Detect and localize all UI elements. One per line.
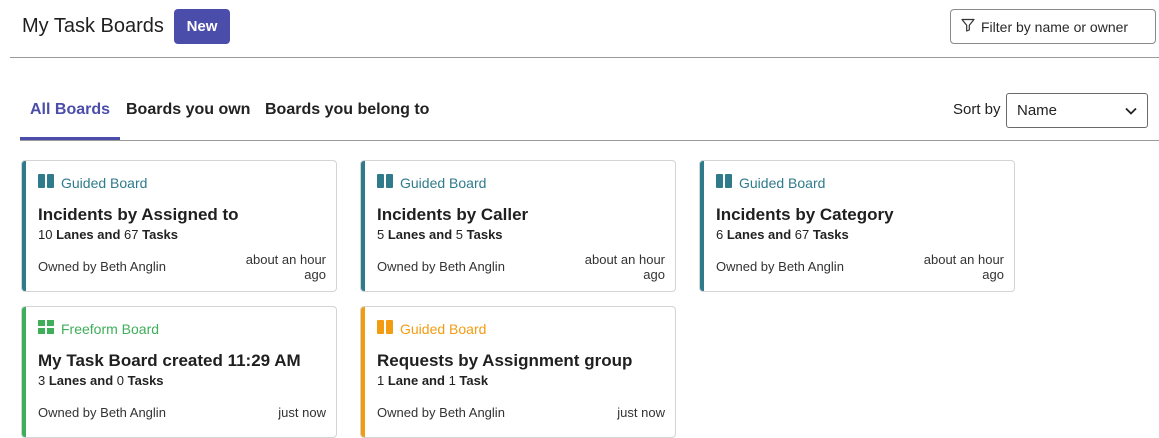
filter-label: Filter by name or owner bbox=[981, 18, 1129, 35]
board-type-label: Freeform Board bbox=[61, 320, 160, 337]
freeform-board-icon bbox=[38, 320, 54, 337]
lanes-count: 3 bbox=[38, 373, 46, 388]
tasks-count: 67 bbox=[794, 227, 810, 242]
tasks-count: 0 bbox=[116, 373, 125, 388]
page-header: My Task Boards New Filter by name or own… bbox=[0, 0, 1159, 58]
board-counts: 3 Lanes and 0 Tasks bbox=[38, 373, 164, 388]
time-line-2: ago bbox=[982, 267, 1004, 282]
filter-icon bbox=[961, 18, 975, 35]
board-owner: Owned by Beth Anglin bbox=[716, 259, 844, 274]
card-accent-bar bbox=[361, 307, 365, 437]
tasks-word: Tasks bbox=[127, 373, 164, 388]
board-updated-time: just now bbox=[216, 405, 326, 420]
time-line-1: about an hour bbox=[584, 252, 665, 267]
board-type: Guided Board bbox=[377, 320, 486, 337]
tab-boards-you-own[interactable]: Boards you own bbox=[126, 92, 250, 140]
board-type-label: Guided Board bbox=[400, 174, 487, 191]
sort-selected-value: Name bbox=[1017, 102, 1058, 119]
board-type: Freeform Board bbox=[38, 320, 159, 337]
board-type: Guided Board bbox=[377, 174, 486, 191]
board-title: Requests by Assignment group bbox=[377, 351, 633, 370]
board-updated-time: about an hour ago bbox=[216, 252, 326, 282]
lanes-word: Lane and bbox=[387, 373, 445, 388]
board-updated-time: just now bbox=[555, 405, 665, 420]
board-title: Incidents by Caller bbox=[377, 205, 529, 224]
tasks-word: Tasks bbox=[812, 227, 849, 242]
board-counts: 5 Lanes and 5 Tasks bbox=[377, 227, 503, 242]
filter-button[interactable]: Filter by name or owner bbox=[950, 9, 1156, 44]
board-title: Incidents by Category bbox=[716, 205, 894, 224]
time-line-1: just now bbox=[617, 405, 665, 420]
header-divider bbox=[10, 57, 1159, 58]
guided-board-icon bbox=[377, 174, 393, 191]
tasks-word: Task bbox=[459, 373, 489, 388]
board-counts: 1 Lane and 1 Task bbox=[377, 373, 488, 388]
board-type: Guided Board bbox=[716, 174, 825, 191]
board-card[interactable]: Guided Board Incidents by Assigned to 10… bbox=[21, 160, 337, 292]
lanes-count: 1 bbox=[377, 373, 385, 388]
card-accent-bar bbox=[700, 161, 704, 291]
board-counts: 6 Lanes and 67 Tasks bbox=[716, 227, 849, 242]
board-card[interactable]: Freeform Board My Task Board created 11:… bbox=[21, 306, 337, 438]
tab-boards-you-belong-to[interactable]: Boards you belong to bbox=[265, 92, 429, 140]
tasks-word: Tasks bbox=[466, 227, 503, 242]
board-owner: Owned by Beth Anglin bbox=[38, 405, 166, 420]
board-card[interactable]: Guided Board Incidents by Category 6 Lan… bbox=[699, 160, 1015, 292]
sort-label: Sort by bbox=[953, 101, 1001, 118]
time-line-1: just now bbox=[278, 405, 326, 420]
time-line-1: about an hour bbox=[923, 252, 1004, 267]
tasks-word: Tasks bbox=[142, 227, 179, 242]
time-line-2: ago bbox=[304, 267, 326, 282]
time-line-1: about an hour bbox=[245, 252, 326, 267]
new-board-button[interactable]: New bbox=[174, 9, 230, 44]
lanes-word: Lanes and bbox=[387, 227, 453, 242]
lanes-word: Lanes and bbox=[726, 227, 792, 242]
board-title: My Task Board created 11:29 AM bbox=[38, 351, 301, 370]
board-type-label: Guided Board bbox=[400, 320, 487, 337]
sort-select[interactable]: Name bbox=[1006, 93, 1148, 128]
lanes-word: Lanes and bbox=[56, 227, 121, 242]
lanes-word: Lanes and bbox=[48, 373, 114, 388]
card-accent-bar bbox=[22, 161, 26, 291]
lanes-count: 6 bbox=[716, 227, 724, 242]
tab-all-boards[interactable]: All Boards bbox=[20, 92, 121, 140]
board-card[interactable]: Guided Board Requests by Assignment grou… bbox=[360, 306, 676, 438]
board-updated-time: about an hour ago bbox=[894, 252, 1004, 282]
board-counts: 10 Lanes and 67 Tasks bbox=[38, 227, 178, 242]
time-line-2: ago bbox=[643, 267, 665, 282]
lanes-count: 10 bbox=[38, 227, 53, 242]
board-updated-time: about an hour ago bbox=[555, 252, 665, 282]
tabs-divider bbox=[20, 140, 1159, 141]
board-owner: Owned by Beth Anglin bbox=[377, 259, 505, 274]
board-type-label: Guided Board bbox=[739, 174, 826, 191]
tasks-count: 5 bbox=[455, 227, 464, 242]
lanes-count: 5 bbox=[377, 227, 385, 242]
guided-board-icon bbox=[38, 174, 54, 191]
tasks-count: 67 bbox=[124, 227, 139, 242]
tasks-count: 1 bbox=[448, 373, 456, 388]
board-owner: Owned by Beth Anglin bbox=[38, 259, 166, 274]
board-card[interactable]: Guided Board Incidents by Caller 5 Lanes… bbox=[360, 160, 676, 292]
board-type-label: Guided Board bbox=[61, 174, 148, 191]
chevron-down-icon bbox=[1125, 102, 1137, 119]
card-accent-bar bbox=[22, 307, 26, 437]
guided-board-icon bbox=[377, 320, 393, 337]
guided-board-icon bbox=[716, 174, 732, 191]
page-title: My Task Boards bbox=[22, 15, 164, 37]
card-accent-bar bbox=[361, 161, 365, 291]
board-title: Incidents by Assigned to bbox=[38, 205, 239, 224]
board-type: Guided Board bbox=[38, 174, 147, 191]
board-owner: Owned by Beth Anglin bbox=[377, 405, 505, 420]
